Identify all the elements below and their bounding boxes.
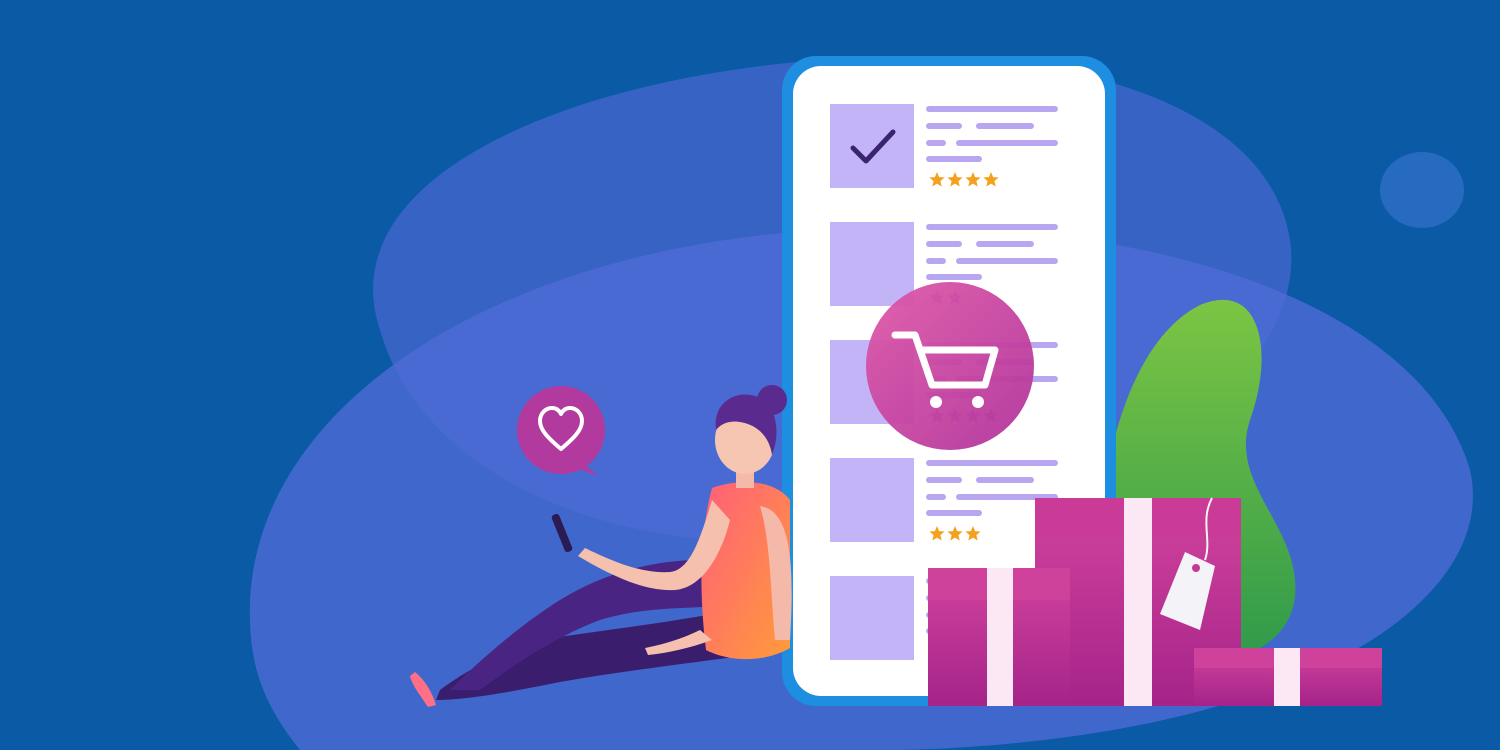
text-placeholder-line (926, 274, 982, 280)
text-placeholder-line (926, 510, 982, 516)
shopping-illustration (0, 0, 1500, 750)
text-placeholder-line (926, 477, 962, 483)
product-thumbnail (830, 458, 914, 542)
text-placeholder-line (976, 241, 1034, 247)
text-placeholder-line (956, 140, 1058, 146)
text-placeholder-line (926, 224, 1058, 230)
product-thumbnail (830, 222, 914, 306)
text-placeholder-line (926, 123, 962, 129)
text-placeholder-line (926, 494, 946, 500)
text-placeholder-line (926, 140, 946, 146)
text-placeholder-line (926, 460, 1058, 466)
text-placeholder-line (976, 123, 1034, 129)
product-thumbnail (830, 104, 914, 188)
text-placeholder-line (926, 241, 962, 247)
text-placeholder-line (976, 477, 1034, 483)
text-placeholder-line (926, 258, 946, 264)
text-placeholder-line (926, 156, 982, 162)
product-thumbnail (830, 576, 914, 660)
gift-box-small (1194, 648, 1382, 706)
background-blob-small (1380, 152, 1464, 228)
cart-badge[interactable] (866, 282, 1034, 450)
text-placeholder-line (926, 106, 1058, 112)
gift-box-left (928, 568, 1070, 706)
text-placeholder-line (956, 258, 1058, 264)
